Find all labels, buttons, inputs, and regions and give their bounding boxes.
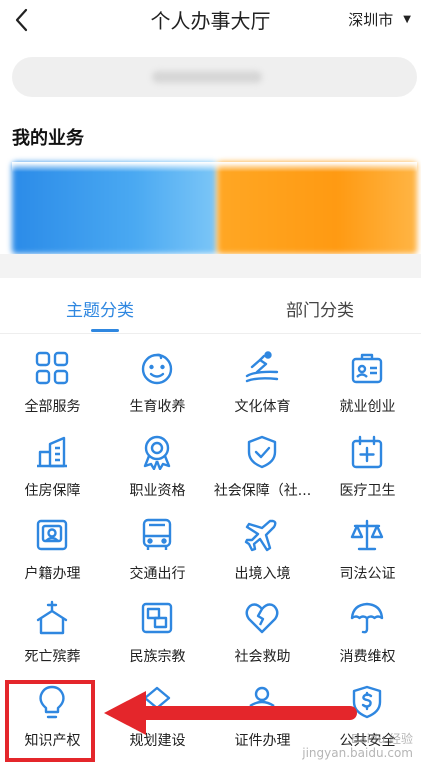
plane-icon <box>244 517 280 553</box>
search-bar[interactable] <box>12 57 417 97</box>
church-icon <box>34 600 70 636</box>
business-card-orange[interactable] <box>217 162 417 254</box>
service-culture-sports[interactable]: 文化体育 <box>210 340 315 422</box>
service-household-registration[interactable]: 户籍办理 <box>0 507 105 589</box>
sport-icon <box>244 350 280 386</box>
service-qualification[interactable]: 职业资格 <box>105 424 210 506</box>
service-label: 文化体育 <box>234 399 291 415</box>
briefcase-icon <box>349 350 385 386</box>
shield-check-icon <box>244 434 280 470</box>
business-cards <box>12 162 417 254</box>
tab-department-category[interactable]: 部门分类 <box>286 296 354 321</box>
service-birth-adoption[interactable]: 生育收养 <box>105 340 210 422</box>
city-label: 深圳市 <box>348 11 394 29</box>
service-label: 就业创业 <box>339 399 396 415</box>
windows-icon <box>139 600 175 636</box>
service-label: 出境入境 <box>234 566 291 582</box>
tab-theme-category[interactable]: 主题分类 <box>66 296 134 321</box>
service-medical[interactable]: 医疗卫生 <box>315 424 420 506</box>
service-housing[interactable]: 住房保障 <box>0 424 105 506</box>
service-judicial-notary[interactable]: 司法公证 <box>315 507 420 589</box>
scales-icon <box>349 517 385 553</box>
service-label: 死亡殡葬 <box>24 649 81 665</box>
grid-icon <box>34 350 70 386</box>
medical-icon <box>349 434 385 470</box>
city-selector[interactable]: 深圳市 ▼ <box>348 9 411 30</box>
category-tabs: 主题分类 部门分类 <box>0 278 421 334</box>
umbrella-icon <box>349 600 385 636</box>
baby-face-icon <box>139 350 175 386</box>
award-icon <box>139 434 175 471</box>
building-icon <box>34 434 70 470</box>
top-nav-bar: 个人办事大厅 深圳市 ▼ <box>0 0 421 40</box>
service-label: 全部服务 <box>24 399 81 415</box>
watermark: Baidu 经验 jingyan.baidu.com <box>302 732 413 760</box>
business-card-blue[interactable] <box>12 162 217 254</box>
service-employment[interactable]: 就业创业 <box>315 340 420 422</box>
service-exit-entry[interactable]: 出境入境 <box>210 507 315 589</box>
service-death-funeral[interactable]: 死亡殡葬 <box>0 590 105 672</box>
blurred-search-text <box>152 71 262 83</box>
service-social-security[interactable]: 社会保障（社... <box>210 424 315 506</box>
cards-fade <box>12 162 417 172</box>
section-title-my-business: 我的业务 <box>12 128 84 149</box>
section-divider <box>0 254 421 278</box>
service-label: 社会保障（社... <box>213 483 312 499</box>
service-label: 户籍办理 <box>24 566 81 582</box>
watermark-line1: Baidu 经验 <box>351 732 413 746</box>
service-label: 职业资格 <box>129 483 186 499</box>
annotation-highlight-box <box>5 680 95 762</box>
service-transport[interactable]: 交通出行 <box>105 507 210 589</box>
annotation-arrow-icon <box>104 691 357 735</box>
service-ethnic-religious[interactable]: 民族宗教 <box>105 590 210 672</box>
active-tab-indicator <box>91 329 119 332</box>
service-label: 医疗卫生 <box>339 483 396 499</box>
heart-icon <box>244 600 280 636</box>
service-label: 社会救助 <box>234 649 291 665</box>
service-label: 交通出行 <box>129 566 186 582</box>
service-label: 民族宗教 <box>129 649 186 665</box>
service-social-assistance[interactable]: 社会救助 <box>210 590 315 672</box>
service-label: 住房保障 <box>24 483 81 499</box>
watermark-line2: jingyan.baidu.com <box>302 746 413 760</box>
service-all-services[interactable]: 全部服务 <box>0 340 105 422</box>
id-photo-icon <box>34 517 70 553</box>
bus-icon <box>139 517 175 553</box>
service-label: 消费维权 <box>339 649 396 665</box>
service-label: 司法公证 <box>339 566 396 582</box>
service-consumer-rights[interactable]: 消费维权 <box>315 590 420 672</box>
caret-down-icon: ▼ <box>403 14 411 25</box>
service-label: 生育收养 <box>129 399 186 415</box>
